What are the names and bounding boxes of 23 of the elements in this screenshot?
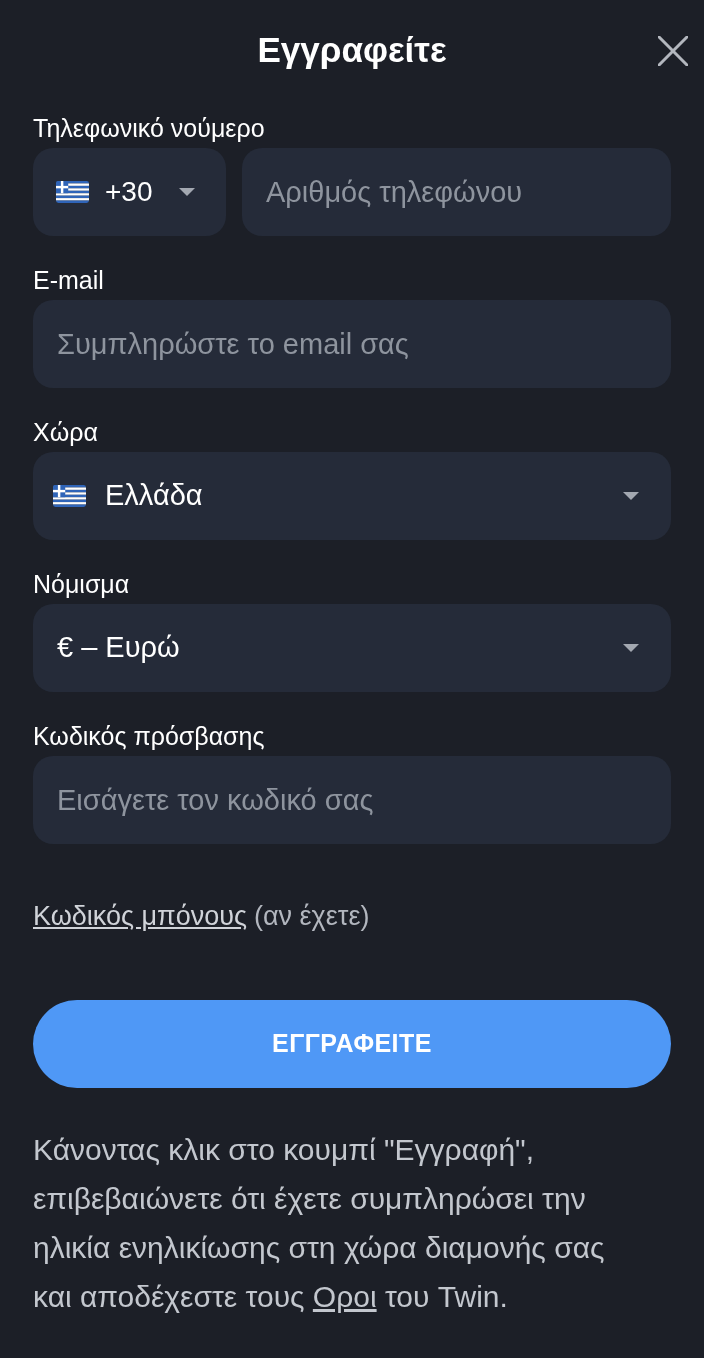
caret-icon [623,492,639,500]
caret-icon [179,188,195,196]
close-button[interactable] [657,35,689,67]
field-label: Νόμισμα [33,571,130,597]
country-select[interactable]: Ελλάδα [33,452,671,540]
greek-flag-icon [56,181,89,203]
field-label: E-mail [33,267,104,293]
close-icon [658,36,688,66]
field-label: Κωδικός πρόσβασης [33,723,265,749]
greek-flag-icon [53,485,86,507]
email-input[interactable]: Συμπληρώστε το email σας [33,300,671,388]
country-code-select[interactable]: +30 [33,148,226,236]
password-input[interactable]: Εισάγετε τον κωδικό σας [33,756,671,844]
bonus-note: (αν έχετε) [254,901,370,931]
phone-number-input[interactable]: Αριθμός τηλεφώνου [242,148,671,236]
currency-select[interactable]: € – Ευρώ [33,604,671,692]
terms-disclaimer: Κάνοντας κλικ στο κουμπί "Εγγραφή", επιβεβαιώνετε ότι έχετε συμπληρώσει την ηλικία ενηλικίωσης στη χώρα διαμονής σας και αποδέχεστε τους Οροι του Twin. [33,1132,606,1315]
terms-link[interactable]: Οροι [312,1280,377,1313]
caret-icon [623,644,639,652]
field-label: Χώρα [33,419,98,445]
bonus-code-link[interactable]: Κωδικός μπόνους [33,901,247,931]
field-label: Τηλεφωνικό νούμερο [33,115,265,141]
dialog-title: Εγγραφείτε [257,28,447,71]
